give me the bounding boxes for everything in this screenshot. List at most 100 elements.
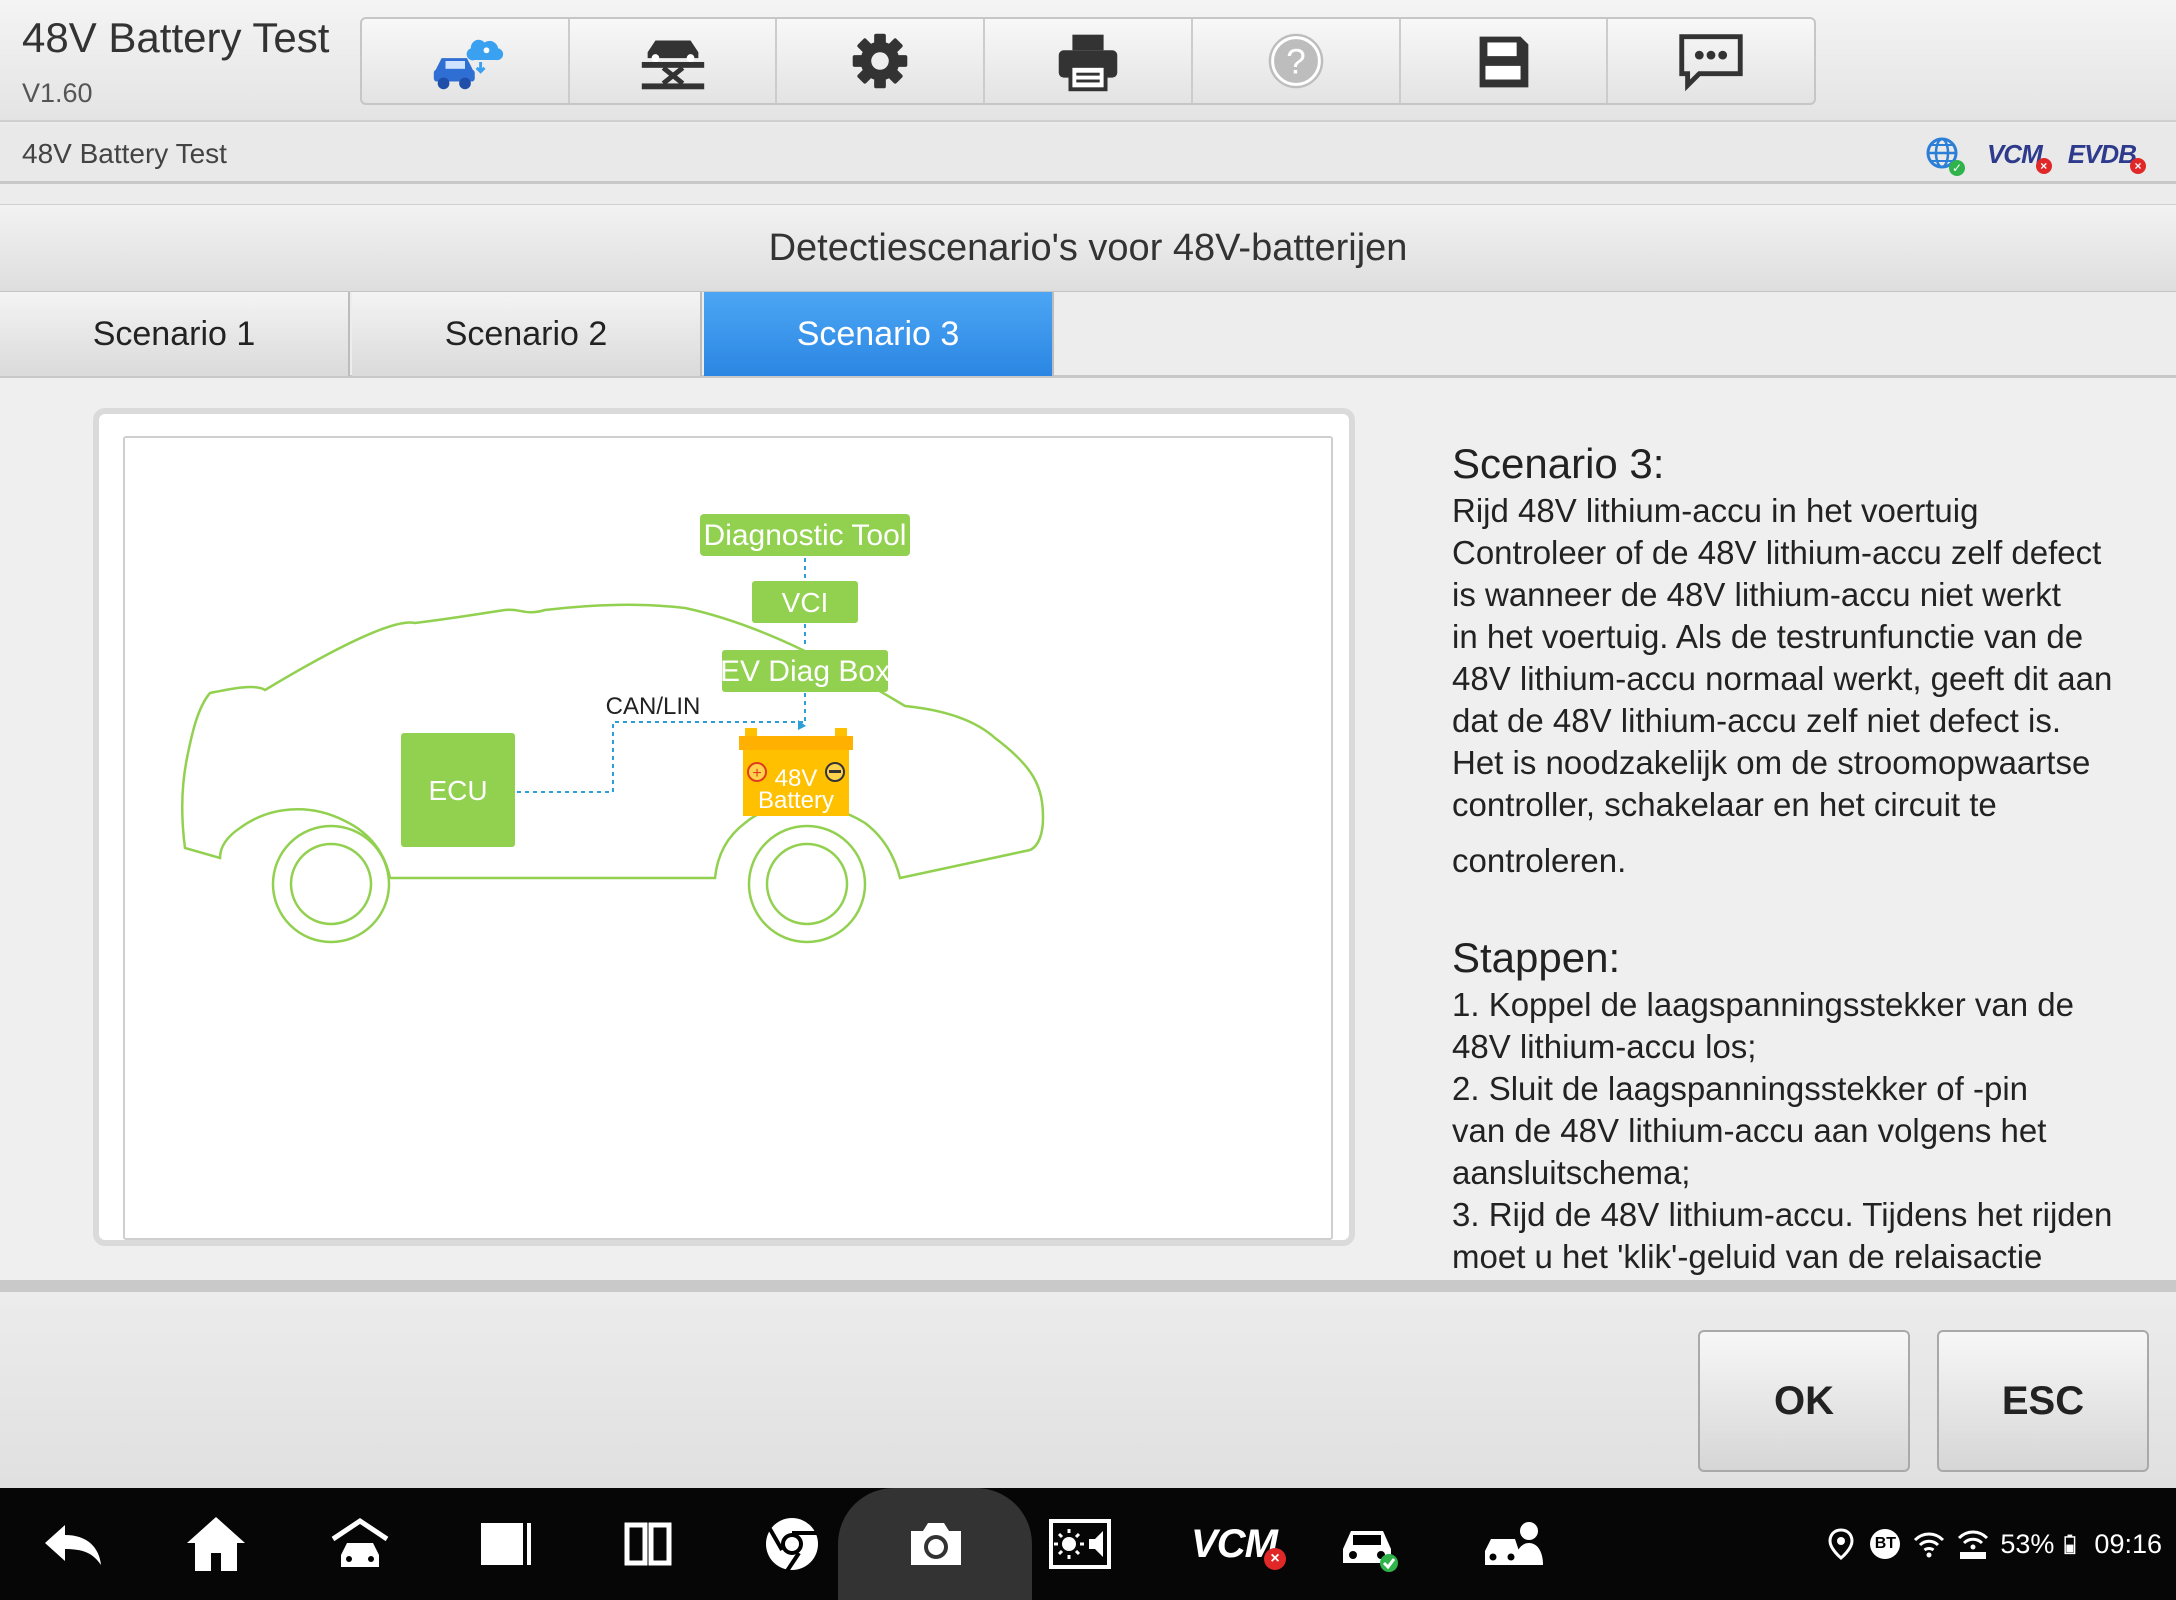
diagram-frame: Diagnostic Tool VCI EV Diag Box CAN/LIN … [93,408,1355,1246]
description-line: controller, schakelaar en het circuit te [1452,786,1997,823]
garage-button[interactable] [310,1488,410,1600]
chrome-browser-icon [766,1518,818,1573]
ok-button[interactable]: OK [1698,1330,1910,1472]
app-version: V1.60 [22,78,93,108]
vci-label: VCI [782,587,829,618]
svg-text:+: + [752,765,761,782]
recent-apps-icon [481,1523,531,1565]
car-connected-icon [1343,1531,1398,1572]
help-icon: ? [1268,33,1324,89]
connection-diagram: Diagnostic Tool VCI EV Diag Box CAN/LIN … [123,436,1333,1240]
settings-button[interactable] [777,19,986,103]
bluetooth-label: BT [1874,1535,1897,1552]
svg-text:?: ? [1286,43,1306,82]
split-screen-icon [624,1522,672,1566]
browser-button[interactable] [742,1488,842,1600]
display-settings-button[interactable] [1030,1488,1130,1600]
diagram-canvas: Diagnostic Tool VCI EV Diag Box CAN/LIN … [180,514,1045,944]
description-line: in het voertuig. Als de testrunfunctie v… [1452,618,2084,655]
step-line: 48V lithium-accu los; [1452,1028,1757,1065]
scenario-tabs: Scenario 1 Scenario 2 Scenario 3 [0,292,2176,378]
feedback-chat-icon [1679,34,1743,92]
step-line: 3. Rijd de 48V lithium-accu. Tijdens het… [1452,1196,2113,1233]
vehicle-connection-button[interactable] [1318,1488,1418,1600]
vcmi-wifi-icon [1956,1527,1990,1561]
page-title: Detectiescenario's voor 48V-batterijen [768,226,1408,269]
evdb-status-label: EVDB [2067,138,2137,169]
camera-icon [911,1523,961,1565]
vcm-status-label: VCM [1986,138,2043,169]
recent-apps-button[interactable] [454,1488,554,1600]
clock: 09:16 [2094,1528,2162,1559]
home-icon [187,1517,245,1571]
step-line: van de 48V lithium-accu aan volgens het [1452,1112,2047,1149]
ecu-label: ECU [428,775,487,806]
disconnected-x-icon: × [2130,157,2146,174]
diagnostic-tool-label: Diagnostic Tool [704,519,907,552]
connected-check-icon: ✓ [1948,160,1965,176]
steps-list: 1. Koppel de laagspanningsstekker van de… [1452,984,2172,1278]
tab-scenario-3[interactable]: Scenario 3 [704,292,1054,376]
description-text: Rijd 48V lithium-accu in het voertuig Co… [1452,490,2172,882]
toolbar: ? [360,17,1816,105]
network-status: ✓ [1925,136,1965,176]
bluetooth-icon: BT [1868,1527,1902,1561]
disconnected-x-icon: × [2035,157,2052,174]
connection-status: ✓ VCM × EVDB × [1925,134,2146,176]
breadcrumb: 48V Battery Test [22,138,227,169]
description-heading: Scenario 3: [1452,440,1665,487]
step-line: moet u het 'klik'-geluid van de relaisac… [1452,1238,2043,1275]
vcm-status: VCM × [1986,138,2052,174]
step-line: 1. Koppel de laagspanningsstekker van de [1452,986,2074,1023]
back-button[interactable] [22,1488,122,1600]
car-user-icon [1485,1522,1543,1565]
tab-scenario-1[interactable]: Scenario 1 [0,292,350,376]
page-title-bar: Detectiescenario's voor 48V-batterijen [0,204,2176,292]
app-title: 48V Battery Test [22,14,330,61]
description-line: dat de 48V lithium-accu zelf niet defect… [1452,702,2061,739]
status-bar: 48V Battery Test ✓ VCM × EVDB × [0,124,2176,184]
battery-percent: 53% [2000,1528,2055,1559]
device-battery-icon [2064,1527,2084,1561]
help-button[interactable]: ? [1193,19,1401,103]
step-line: 2. Sluit de laagspanningsstekker of -pin [1452,1070,2029,1107]
battery-label: Battery [758,787,834,814]
printer-icon [1058,34,1118,92]
description-line: Het is noodzakelijk om de stroomopwaarts… [1452,744,2091,781]
step-line: aansluitschema; [1452,1154,1691,1191]
save-button[interactable] [1401,19,1609,103]
system-status-tray: BT 53% 09:16 [1824,1488,2162,1600]
brightness-volume-icon [1049,1519,1111,1569]
user-service-button[interactable] [1462,1488,1562,1600]
disconnected-x-icon: × [1264,1548,1286,1570]
esc-button[interactable]: ESC [1937,1330,2149,1472]
back-arrow-icon [45,1525,101,1565]
remote-expert-icon [433,39,503,90]
evdb-status: EVDB × [2067,138,2146,174]
screenshot-button[interactable] [886,1488,986,1600]
description-line: 48V lithium-accu normaal werkt, geeft di… [1452,660,2113,697]
feedback-button[interactable] [1608,19,1814,103]
vcm-manager-button[interactable]: VCM × [1174,1488,1294,1600]
battery-48v: + 48V Battery [739,728,853,816]
scenario-description: Scenario 3: Rijd 48V lithium-accu in het… [1452,438,2172,1278]
steps-heading: Stappen: [1452,934,1621,981]
tab-scenario-2[interactable]: Scenario 2 [352,292,702,376]
can-lin-label: CAN/LIN [606,693,701,720]
save-icon [1480,36,1529,88]
home-button[interactable] [166,1488,266,1600]
description-line: is wanneer de 48V lithium-accu niet werk… [1452,576,2061,613]
content-area: Diagnostic Tool VCI EV Diag Box CAN/LIN … [0,378,2176,1292]
remote-expert-button[interactable] [362,19,570,103]
split-screen-button[interactable] [598,1488,698,1600]
car-lift-icon [641,40,704,90]
print-button[interactable] [985,19,1193,103]
ev-diag-box-label: EV Diag Box [720,655,890,688]
description-line: Rijd 48V lithium-accu in het voertuig [1452,492,1979,529]
car-lift-button[interactable] [570,19,778,103]
wifi-icon [1912,1527,1946,1561]
garage-car-icon [331,1517,389,1567]
settings-gear-icon [852,33,908,89]
location-icon [1824,1527,1858,1561]
app-header: 48V Battery Test V1.60 ? [0,0,2176,122]
